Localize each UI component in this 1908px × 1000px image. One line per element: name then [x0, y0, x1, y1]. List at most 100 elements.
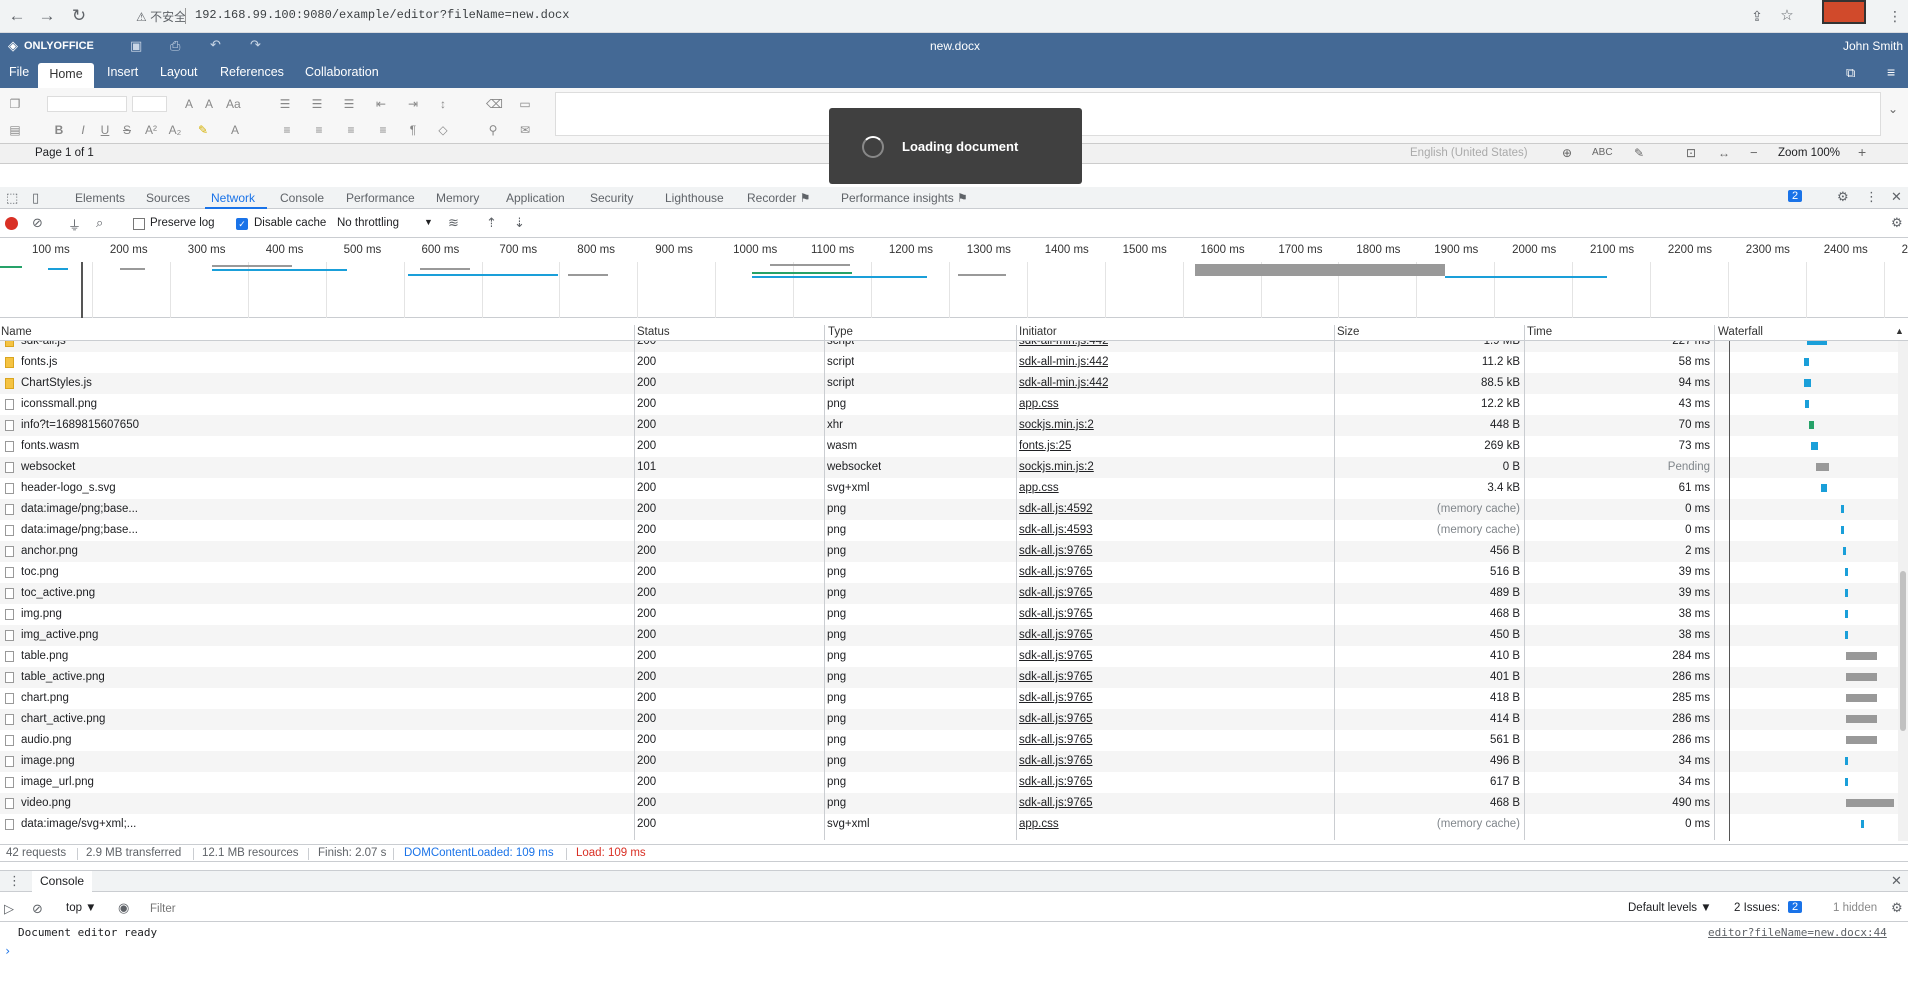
tab-performance[interactable]: Performance — [346, 191, 415, 205]
strikethrough-icon[interactable]: S — [120, 124, 134, 136]
sort-ascending-icon[interactable]: ▲ — [1895, 326, 1904, 336]
table-row[interactable]: data:image/png;base... 200 png sdk-all.js:4… — [0, 520, 1898, 541]
settings-gear-icon[interactable]: ⚙ — [1837, 189, 1849, 205]
paragraph-marks-icon[interactable]: ¶ — [406, 124, 420, 136]
request-initiator[interactable]: sdk-all.js:9765 — [1019, 650, 1093, 662]
decrease-font-icon[interactable]: A — [202, 98, 216, 110]
issues-badge[interactable]: 2 — [1788, 190, 1803, 202]
fit-page-icon[interactable]: ⊡ — [1686, 146, 1696, 160]
styles-gallery[interactable] — [555, 92, 1881, 136]
request-initiator[interactable]: sdk-all.js:9765 — [1019, 797, 1093, 809]
table-row[interactable]: header-logo_s.svg 200 svg+xml app.css 3.4 kB… — [0, 478, 1898, 499]
menu-references[interactable]: References — [220, 65, 284, 79]
line-spacing-icon[interactable]: ↕ — [436, 98, 450, 110]
highlight-icon[interactable]: ✎ — [196, 124, 210, 136]
mail-merge-icon[interactable]: ✉ — [518, 124, 532, 136]
record-button[interactable] — [5, 217, 18, 230]
table-row[interactable]: audio.png 200 png sdk-all.js:9765 561 B 286 m… — [0, 730, 1898, 751]
zoom-out-button[interactable]: − — [1750, 145, 1758, 160]
request-initiator[interactable]: app.css — [1019, 482, 1059, 494]
clear-style-icon[interactable]: ⌫ — [486, 98, 503, 110]
hamburger-menu-icon[interactable]: ≡ — [1887, 64, 1895, 80]
console-message-source-link[interactable]: editor?fileName=new.docx:44 — [1708, 926, 1887, 939]
request-initiator[interactable]: sdk-all.js:9765 — [1019, 755, 1093, 767]
request-initiator[interactable]: sdk-all.js:4593 — [1019, 524, 1093, 536]
globe-icon[interactable]: ⊕ — [1562, 146, 1572, 160]
menu-home[interactable]: Home — [38, 63, 94, 88]
inspect-element-icon[interactable]: ⬚ — [6, 190, 18, 206]
table-row[interactable]: data:image/png;base... 200 png sdk-all.js:4… — [0, 499, 1898, 520]
bold-icon[interactable]: B — [52, 124, 66, 136]
tab-application[interactable]: Application — [506, 191, 565, 205]
console-settings-icon[interactable]: ⚙ — [1891, 900, 1903, 916]
justify-icon[interactable]: ≡ — [376, 124, 390, 136]
address-bar[interactable]: 192.168.99.100:9080/example/editor?fileN… — [195, 8, 569, 22]
extension-button[interactable] — [1822, 0, 1866, 24]
share-icon[interactable]: ⇪ — [1746, 5, 1768, 27]
import-har-icon[interactable]: ⇡ — [486, 215, 497, 231]
print-icon[interactable]: ⎙ — [170, 38, 180, 54]
underline-icon[interactable]: U — [98, 124, 112, 136]
column-status[interactable]: Status — [637, 326, 670, 338]
user-name[interactable]: John Smith — [1843, 39, 1903, 53]
table-row[interactable]: table.png 200 png sdk-all.js:9765 410 B 284 m… — [0, 646, 1898, 667]
open-location-icon[interactable]: ⧉ — [1846, 65, 1855, 81]
table-row[interactable]: table_active.png 200 png sdk-all.js:9765 401… — [0, 667, 1898, 688]
font-family-select[interactable] — [47, 96, 127, 112]
tab-lighthouse[interactable]: Lighthouse — [665, 191, 724, 205]
console-filter-input[interactable] — [150, 899, 1620, 919]
column-waterfall[interactable]: Waterfall — [1718, 326, 1763, 338]
paste-icon[interactable]: ▤ — [8, 124, 22, 136]
request-initiator[interactable]: sdk-all.js:9765 — [1019, 545, 1093, 557]
request-initiator[interactable]: sdk-all.js:4592 — [1019, 503, 1093, 515]
bookmark-star-icon[interactable]: ☆ — [1776, 5, 1798, 27]
not-secure-indicator[interactable]: ⚠ 不安全 — [136, 8, 186, 25]
search-icon[interactable]: ⌕ — [96, 215, 103, 231]
console-sidebar-icon[interactable]: ▷ — [4, 901, 14, 917]
request-initiator[interactable]: sdk-all-min.js:442 — [1019, 341, 1108, 347]
table-row[interactable]: ChartStyles.js 200 script sdk-all-min.js:44… — [0, 373, 1898, 394]
column-size[interactable]: Size — [1337, 326, 1359, 338]
zoom-in-button[interactable]: + — [1858, 144, 1866, 160]
save-icon[interactable]: ▣ — [130, 38, 142, 54]
close-devtools-icon[interactable]: ✕ — [1891, 189, 1902, 205]
request-initiator[interactable]: sdk-all.js:9765 — [1019, 692, 1093, 704]
throttling-dropdown-icon[interactable]: ▼ — [424, 217, 433, 227]
table-row[interactable]: chart_active.png 200 png sdk-all.js:9765 414… — [0, 709, 1898, 730]
preserve-log-checkbox[interactable] — [133, 218, 145, 230]
request-initiator[interactable]: sockjs.min.js:2 — [1019, 419, 1094, 431]
drawer-menu-icon[interactable]: ⋮ — [8, 873, 21, 889]
request-initiator[interactable]: sdk-all.js:9765 — [1019, 629, 1093, 641]
close-drawer-icon[interactable]: ✕ — [1891, 873, 1902, 889]
italic-icon[interactable]: I — [76, 124, 90, 136]
request-initiator[interactable]: sockjs.min.js:2 — [1019, 461, 1094, 473]
forward-button[interactable]: → — [36, 5, 58, 27]
table-row[interactable]: img.png 200 png sdk-all.js:9765 468 B 38 ms — [0, 604, 1898, 625]
tab-network[interactable]: Network — [211, 191, 255, 205]
column-type[interactable]: Type — [828, 326, 853, 338]
table-row[interactable]: data:image/svg+xml;... 200 svg+xml app.css (… — [0, 814, 1898, 835]
device-toolbar-icon[interactable]: ▯ — [32, 190, 39, 206]
shading-icon[interactable]: ◇ — [436, 124, 450, 136]
tab-memory[interactable]: Memory — [436, 191, 479, 205]
issues-link[interactable]: 2 Issues: — [1734, 902, 1780, 914]
request-initiator[interactable]: sdk-all.js:9765 — [1019, 608, 1093, 620]
disable-cache-checkbox[interactable]: ✓ — [236, 218, 248, 230]
tab-recorder[interactable]: Recorder ⚑ — [747, 191, 810, 205]
font-color-icon[interactable]: A — [228, 124, 242, 136]
table-row[interactable]: fonts.js 200 script sdk-all-min.js:442 11.2 … — [0, 352, 1898, 373]
undo-icon[interactable]: ↶ — [210, 37, 221, 53]
live-expression-eye-icon[interactable]: ◉ — [118, 900, 129, 916]
multilevel-icon[interactable]: ☰ — [342, 98, 356, 110]
table-row[interactable]: iconssmall.png 200 png app.css 12.2 kB 43 ms — [0, 394, 1898, 415]
context-select[interactable]: top ▼ — [66, 902, 97, 914]
font-size-select[interactable] — [132, 96, 167, 112]
align-left-icon[interactable]: ≡ — [280, 124, 294, 136]
request-initiator[interactable]: sdk-all.js:9765 — [1019, 734, 1093, 746]
network-settings-icon[interactable]: ⚙ — [1891, 215, 1903, 231]
menu-file[interactable]: File — [9, 65, 29, 79]
copy-icon[interactable]: ❐ — [8, 98, 22, 110]
increase-indent-icon[interactable]: ⇥ — [406, 98, 420, 110]
request-initiator[interactable]: sdk-all.js:9765 — [1019, 671, 1093, 683]
table-row[interactable]: video.png 200 png sdk-all.js:9765 468 B 490 m… — [0, 793, 1898, 814]
